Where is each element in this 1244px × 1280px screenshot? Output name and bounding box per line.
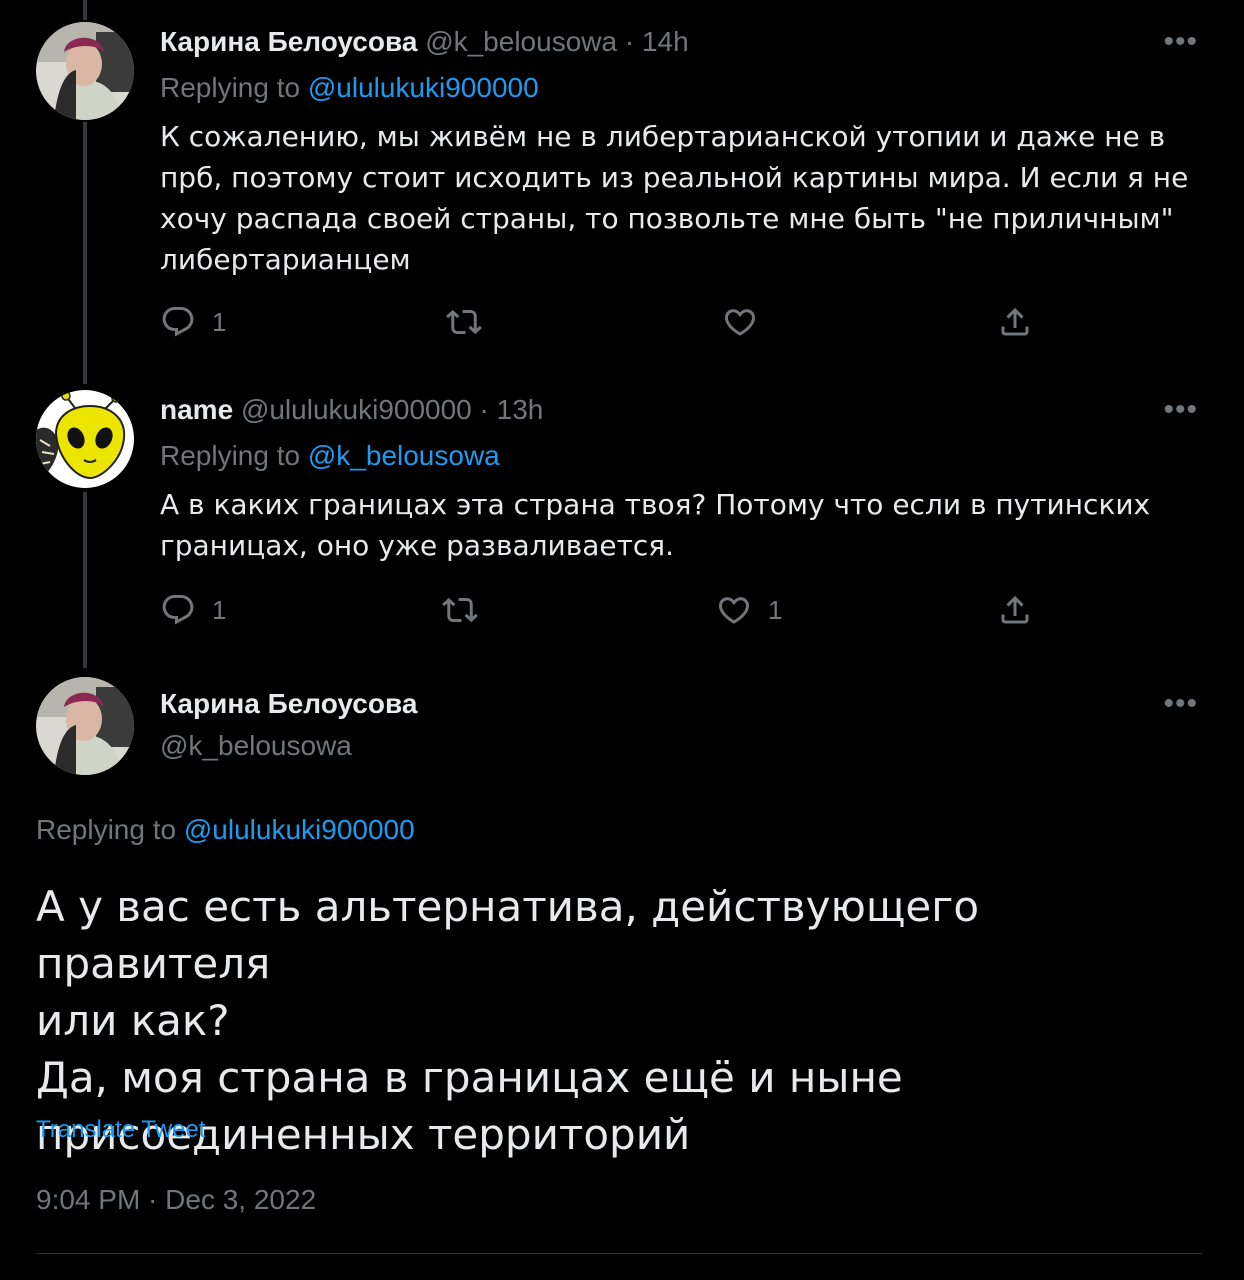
replying-to-handle[interactable]: @k_belousowa (308, 440, 500, 471)
replying-prefix: Replying to (160, 440, 301, 471)
heart-icon (724, 309, 756, 336)
share-icon (1001, 307, 1029, 336)
author-name[interactable]: Карина Белоусова (160, 688, 417, 720)
more-icon[interactable]: ••• (1163, 395, 1198, 425)
replying-to: Replying to @k_belousowa (160, 440, 500, 472)
replying-prefix: Replying to (36, 814, 177, 845)
replying-to: Replying to @ululukuki900000 (36, 814, 415, 846)
text-line: А у вас есть альтернатива, действующего … (36, 882, 980, 988)
reply-button[interactable]: 1 (160, 304, 226, 340)
more-icon[interactable]: ••• (1163, 689, 1198, 719)
avatar[interactable] (36, 677, 134, 775)
divider (36, 1253, 1202, 1254)
tweet-text: А в каких границах эта страна твоя? Пото… (160, 488, 1151, 562)
author-name[interactable]: Карина Белоусова (160, 26, 417, 57)
share-icon (1001, 595, 1029, 624)
avatar-photo-icon (36, 677, 134, 775)
author-handle[interactable]: @ululukuki900000 (241, 394, 472, 425)
retweet-icon (446, 309, 482, 335)
like-button[interactable]: 1 (716, 592, 782, 628)
like-count: 1 (768, 594, 783, 625)
thread-line-1 (83, 122, 87, 384)
tweet-time[interactable]: · 14h (625, 26, 689, 57)
avatar[interactable] (36, 22, 134, 120)
thread-line-top (83, 0, 87, 20)
replying-prefix: Replying to (160, 72, 301, 103)
like-button[interactable] (722, 304, 774, 340)
reply-count: 1 (212, 594, 227, 625)
author-handle[interactable]: @k_belousowa (425, 26, 617, 57)
tweet-timestamp[interactable]: 9:04 PM · Dec 3, 2022 (36, 1184, 316, 1216)
tweet-time[interactable]: · 13h (480, 394, 544, 425)
text-line: или как? (36, 996, 230, 1045)
replying-to-handle[interactable]: @ululukuki900000 (184, 814, 415, 845)
retweet-button[interactable] (442, 592, 478, 628)
main-tweet-text: А у вас есть альтернатива, действующего … (36, 878, 1216, 1163)
heart-icon (718, 597, 750, 624)
share-button[interactable] (997, 304, 1033, 340)
text-line: Да, моя страна в границах ещё и ныне (36, 1053, 903, 1102)
retweet-button[interactable] (446, 304, 482, 340)
tweet-header: Карина Белоусова @k_belousowa · 14h (160, 26, 689, 58)
alien-avatar-icon (36, 390, 134, 488)
reply-icon (162, 595, 194, 625)
author-handle[interactable]: @k_belousowa (160, 730, 352, 762)
more-icon[interactable]: ••• (1163, 27, 1198, 57)
text-line: присоединенных территорий (36, 1110, 691, 1159)
share-button[interactable] (997, 592, 1033, 628)
reply-icon (162, 307, 194, 337)
replying-to-handle[interactable]: @ululukuki900000 (308, 72, 539, 103)
replying-to: Replying to @ululukuki900000 (160, 72, 539, 104)
avatar-photo-icon (36, 22, 134, 120)
reply-count: 1 (212, 306, 227, 337)
author-name[interactable]: name (160, 394, 233, 425)
translate-tweet-link[interactable]: Translate Tweet (36, 1116, 205, 1144)
tweet-header: name @ululukuki900000 · 13h (160, 394, 543, 426)
retweet-icon (442, 597, 478, 623)
thread-line-2 (83, 492, 87, 668)
avatar[interactable] (36, 390, 134, 488)
tweet-text: К сожалению, мы живём не в либертарианск… (160, 120, 1189, 276)
reply-button[interactable]: 1 (160, 592, 226, 628)
